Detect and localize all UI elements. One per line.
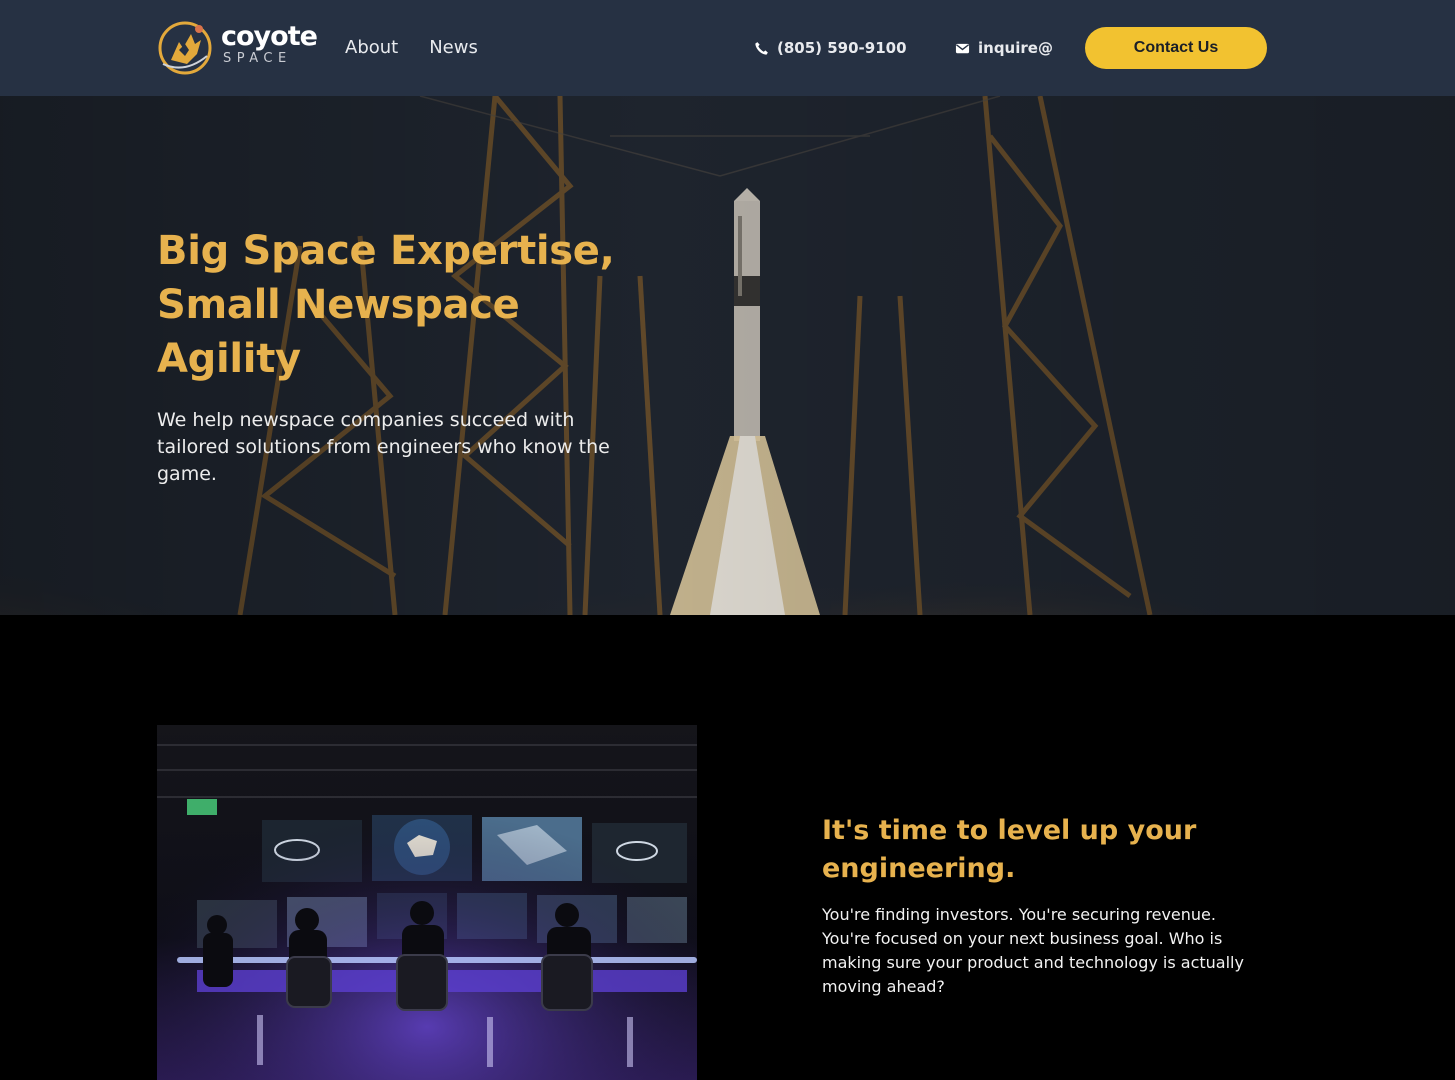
brand-tagline: SPACE: [223, 51, 292, 66]
brand-name: coyote: [221, 21, 318, 52]
section-heading: It's time to level up your engineering.: [822, 815, 1197, 884]
phone-link[interactable]: (805) 590-9100: [754, 38, 907, 58]
main-nav: About News: [345, 36, 478, 60]
control-room-image: [157, 725, 697, 1080]
phone-number: (805) 590-9100: [777, 39, 907, 57]
site-header: coyote SPACE About News (805) 590-9100 i…: [0, 0, 1455, 96]
logo-link[interactable]: coyote SPACE: [157, 20, 318, 78]
intro-section: It's time to level up your engineering. …: [0, 615, 1455, 1080]
section-body: You're finding investors. You're securin…: [822, 905, 1244, 996]
hero-subtitle: We help newspace companies succeed with …: [157, 409, 610, 485]
nav-item-about[interactable]: About: [345, 36, 398, 60]
email-address: inquire@: [978, 39, 1053, 57]
envelope-icon: [955, 43, 970, 53]
coyote-logo-icon: [158, 21, 212, 75]
email-link[interactable]: inquire@: [955, 38, 1053, 58]
nav-item-news[interactable]: News: [429, 36, 478, 60]
phone-icon: [755, 41, 768, 55]
contact-us-button[interactable]: Contact Us: [1085, 27, 1267, 69]
hero-section: Big Space Expertise, Small Newspace Agil…: [0, 96, 1455, 615]
hero-title: Big Space Expertise, Small Newspace Agil…: [157, 228, 615, 382]
